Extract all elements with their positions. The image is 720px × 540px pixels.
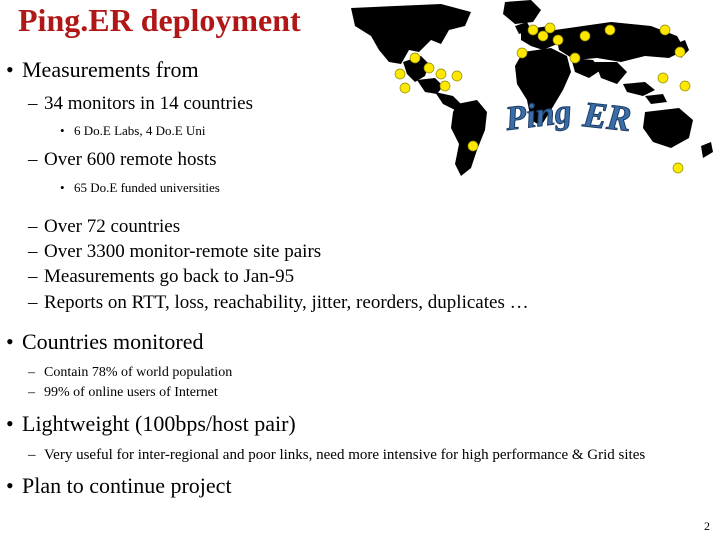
bullet-glyph: •: [6, 410, 14, 436]
bullet-text: Very useful for inter-regional and poor …: [44, 446, 646, 463]
bullet-l3-doe-labs: • 6 Do.E Labs, 4 Do.E Uni: [0, 123, 720, 140]
bullet-glyph: •: [6, 473, 14, 499]
bullet-l2-very-useful-inter-regional: – Very useful for inter-regional and poo…: [0, 446, 684, 466]
bullet-text: Over 600 remote hosts: [44, 149, 217, 171]
bullet-text: 99% of online users of Internet: [44, 384, 218, 400]
bullet-text: Over 3300 monitor-remote site pairs: [44, 240, 322, 262]
bullet-l1-plan-to-continue: • Plan to continue project: [0, 472, 720, 500]
bullet-l3-65-doe-universities: • 65 Do.E funded universities: [0, 180, 720, 197]
bullet-l2-measurements-jan95: – Measurements go back to Jan-95: [0, 265, 720, 289]
bullet-text: Reports on RTT, loss, reachability, jitt…: [44, 291, 529, 313]
bullet-glyph: •: [60, 123, 65, 139]
bullet-text: 65 Do.E funded universities: [74, 179, 220, 195]
bullet-glyph: –: [28, 384, 35, 400]
bullet-text: 6 Do.E Labs, 4 Do.E Uni: [74, 123, 206, 139]
bullet-text: Measurements go back to Jan-95: [44, 266, 295, 288]
bullet-l1-countries-monitored: • Countries monitored: [0, 328, 720, 356]
bullet-glyph: –: [28, 364, 35, 380]
bullet-l2-reports-on-rtt: – Reports on RTT, loss, reachability, ji…: [0, 291, 720, 315]
bullet-l2-over-72-countries: – Over 72 countries: [0, 215, 720, 239]
bullet-text: Measurements from: [22, 57, 199, 82]
bullet-l2-34-monitors: – 34 monitors in 14 countries: [0, 92, 720, 116]
bullet-text: Over 72 countries: [44, 215, 181, 237]
bullet-glyph: –: [28, 446, 36, 463]
bullet-text: 34 monitors in 14 countries: [44, 93, 253, 115]
bullet-text: Countries monitored: [22, 328, 204, 354]
bullet-l1-measurements-from: • Measurements from: [0, 56, 720, 84]
bullet-glyph: –: [28, 291, 38, 313]
page-title: Ping.ER deployment: [18, 2, 301, 38]
bullet-text: Contain 78% of world population: [44, 364, 233, 380]
bullet-l2-78-percent-population: – Contain 78% of world population: [0, 364, 720, 383]
bullet-glyph: –: [28, 215, 38, 237]
bullet-glyph: •: [6, 57, 14, 82]
bullet-glyph: –: [28, 149, 38, 171]
bullet-glyph: –: [28, 93, 38, 115]
bullet-l2-600-remote-hosts: – Over 600 remote hosts: [0, 148, 720, 172]
bullet-glyph: •: [6, 328, 14, 354]
bullet-glyph: –: [28, 266, 38, 288]
bullet-l1-lightweight: • Lightweight (100bps/host pair): [0, 410, 720, 438]
bullet-l2-3300-site-pairs: – Over 3300 monitor-remote site pairs: [0, 240, 720, 264]
bullet-glyph: •: [60, 179, 65, 195]
bullet-text: Lightweight (100bps/host pair): [22, 410, 296, 436]
bullet-l2-99-percent-online-users: – 99% of online users of Internet: [0, 384, 720, 403]
bullet-glyph: –: [28, 240, 38, 262]
bullet-text: Plan to continue project: [22, 473, 232, 499]
page-number: 2: [704, 519, 710, 533]
slide-body: • Measurements from – 34 monitors in 14 …: [0, 56, 720, 503]
